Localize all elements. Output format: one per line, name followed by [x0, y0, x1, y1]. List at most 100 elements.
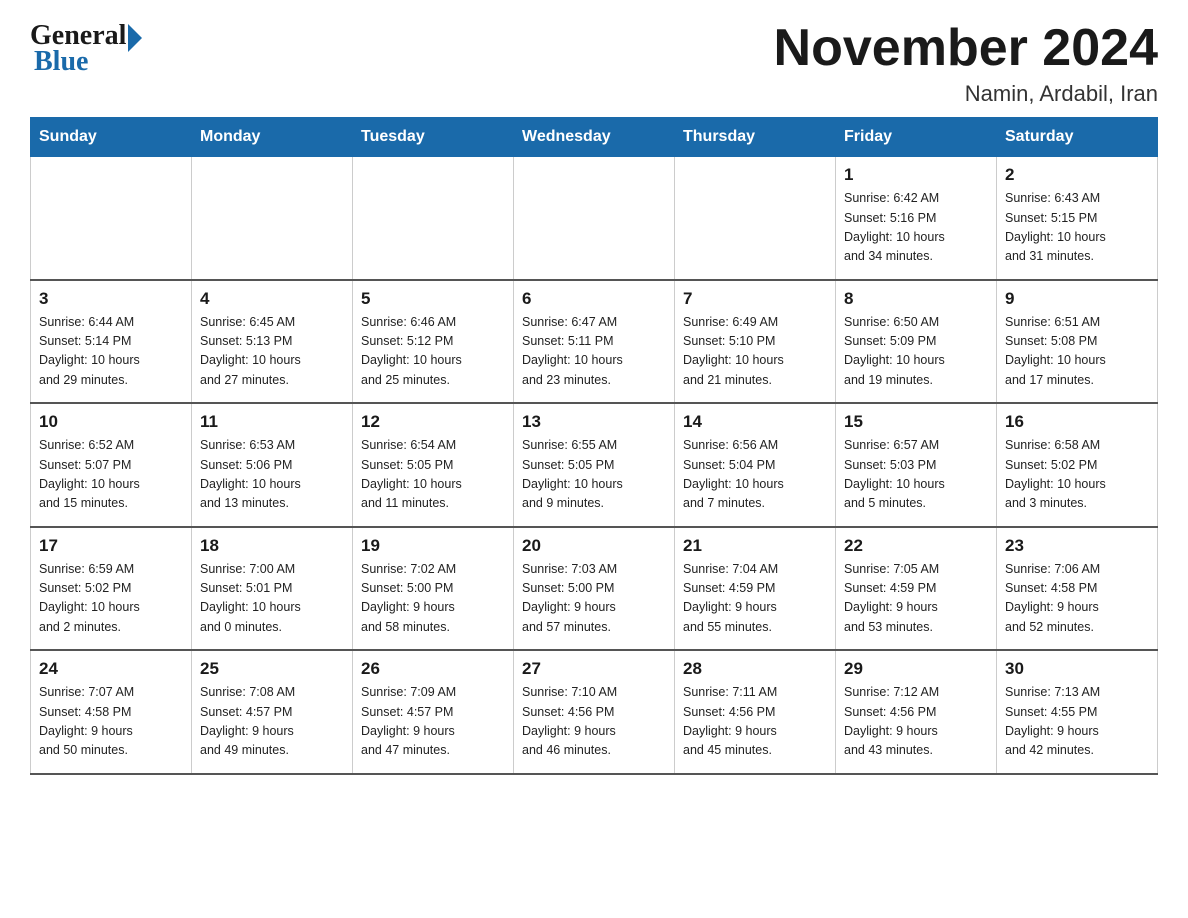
- day-info: Sunrise: 7:07 AM Sunset: 4:58 PM Dayligh…: [39, 683, 183, 761]
- day-number: 12: [361, 412, 505, 432]
- header-day-wednesday: Wednesday: [514, 118, 675, 157]
- week-row-2: 10 Sunrise: 6:52 AM Sunset: 5:07 PM Dayli…: [31, 403, 1158, 527]
- calendar-cell: 15 Sunrise: 6:57 AM Sunset: 5:03 PM Dayli…: [836, 403, 997, 527]
- header-day-thursday: Thursday: [675, 118, 836, 157]
- header-day-friday: Friday: [836, 118, 997, 157]
- calendar-cell: 1 Sunrise: 6:42 AM Sunset: 5:16 PM Daylig…: [836, 157, 997, 280]
- calendar-cell: 30 Sunrise: 7:13 AM Sunset: 4:55 PM Dayli…: [997, 650, 1158, 774]
- day-number: 28: [683, 659, 827, 679]
- day-number: 29: [844, 659, 988, 679]
- calendar-cell: 16Sunrise: 6:58 AM Sunset: 5:02 PM Dayli…: [997, 403, 1158, 527]
- calendar-cell: 28 Sunrise: 7:11 AM Sunset: 4:56 PM Dayli…: [675, 650, 836, 774]
- day-info: Sunrise: 6:57 AM Sunset: 5:03 PM Dayligh…: [844, 436, 988, 514]
- header-row: SundayMondayTuesdayWednesdayThursdayFrid…: [31, 118, 1158, 157]
- calendar-cell: 5 Sunrise: 6:46 AM Sunset: 5:12 PM Daylig…: [353, 280, 514, 404]
- day-info: Sunrise: 6:46 AM Sunset: 5:12 PM Dayligh…: [361, 313, 505, 391]
- calendar-cell: 3 Sunrise: 6:44 AM Sunset: 5:14 PM Daylig…: [31, 280, 192, 404]
- day-info: Sunrise: 6:58 AM Sunset: 5:02 PM Dayligh…: [1005, 436, 1149, 514]
- day-number: 18: [200, 536, 344, 556]
- day-info: Sunrise: 6:49 AM Sunset: 5:10 PM Dayligh…: [683, 313, 827, 391]
- day-number: 8: [844, 289, 988, 309]
- calendar-cell: [514, 157, 675, 280]
- day-number: 22: [844, 536, 988, 556]
- day-info: Sunrise: 6:42 AM Sunset: 5:16 PM Dayligh…: [844, 189, 988, 267]
- day-info: Sunrise: 7:13 AM Sunset: 4:55 PM Dayligh…: [1005, 683, 1149, 761]
- day-number: 17: [39, 536, 183, 556]
- calendar-cell: 25 Sunrise: 7:08 AM Sunset: 4:57 PM Dayli…: [192, 650, 353, 774]
- day-number: 26: [361, 659, 505, 679]
- day-number: 25: [200, 659, 344, 679]
- day-info: Sunrise: 6:55 AM Sunset: 5:05 PM Dayligh…: [522, 436, 666, 514]
- calendar-cell: [353, 157, 514, 280]
- day-info: Sunrise: 6:45 AM Sunset: 5:13 PM Dayligh…: [200, 313, 344, 391]
- header-day-sunday: Sunday: [31, 118, 192, 157]
- day-number: 2: [1005, 165, 1149, 185]
- calendar-cell: 14Sunrise: 6:56 AM Sunset: 5:04 PM Dayli…: [675, 403, 836, 527]
- calendar-cell: 17Sunrise: 6:59 AM Sunset: 5:02 PM Dayli…: [31, 527, 192, 651]
- day-number: 30: [1005, 659, 1149, 679]
- day-number: 15: [844, 412, 988, 432]
- calendar-cell: 10 Sunrise: 6:52 AM Sunset: 5:07 PM Dayli…: [31, 403, 192, 527]
- calendar-cell: 18 Sunrise: 7:00 AM Sunset: 5:01 PM Dayli…: [192, 527, 353, 651]
- day-info: Sunrise: 6:47 AM Sunset: 5:11 PM Dayligh…: [522, 313, 666, 391]
- calendar-cell: 29 Sunrise: 7:12 AM Sunset: 4:56 PM Dayli…: [836, 650, 997, 774]
- calendar-cell: 22 Sunrise: 7:05 AM Sunset: 4:59 PM Dayli…: [836, 527, 997, 651]
- day-info: Sunrise: 6:56 AM Sunset: 5:04 PM Dayligh…: [683, 436, 827, 514]
- day-number: 10: [39, 412, 183, 432]
- day-number: 1: [844, 165, 988, 185]
- day-number: 27: [522, 659, 666, 679]
- day-number: 21: [683, 536, 827, 556]
- week-row-3: 17Sunrise: 6:59 AM Sunset: 5:02 PM Dayli…: [31, 527, 1158, 651]
- day-info: Sunrise: 7:04 AM Sunset: 4:59 PM Dayligh…: [683, 560, 827, 638]
- calendar-cell: 11 Sunrise: 6:53 AM Sunset: 5:06 PM Dayli…: [192, 403, 353, 527]
- day-info: Sunrise: 7:12 AM Sunset: 4:56 PM Dayligh…: [844, 683, 988, 761]
- calendar-cell: 2 Sunrise: 6:43 AM Sunset: 5:15 PM Daylig…: [997, 157, 1158, 280]
- day-number: 5: [361, 289, 505, 309]
- day-info: Sunrise: 6:53 AM Sunset: 5:06 PM Dayligh…: [200, 436, 344, 514]
- calendar-cell: 9Sunrise: 6:51 AM Sunset: 5:08 PM Daylig…: [997, 280, 1158, 404]
- day-number: 20: [522, 536, 666, 556]
- logo-blue-text: Blue: [30, 46, 88, 78]
- day-info: Sunrise: 6:44 AM Sunset: 5:14 PM Dayligh…: [39, 313, 183, 391]
- logo: General Blue: [30, 20, 142, 78]
- day-info: Sunrise: 7:11 AM Sunset: 4:56 PM Dayligh…: [683, 683, 827, 761]
- week-row-0: 1 Sunrise: 6:42 AM Sunset: 5:16 PM Daylig…: [31, 157, 1158, 280]
- day-number: 7: [683, 289, 827, 309]
- calendar-cell: 21 Sunrise: 7:04 AM Sunset: 4:59 PM Dayli…: [675, 527, 836, 651]
- location-subtitle: Namin, Ardabil, Iran: [774, 81, 1158, 107]
- day-number: 11: [200, 412, 344, 432]
- header-day-tuesday: Tuesday: [353, 118, 514, 157]
- day-info: Sunrise: 7:05 AM Sunset: 4:59 PM Dayligh…: [844, 560, 988, 638]
- calendar-cell: 23Sunrise: 7:06 AM Sunset: 4:58 PM Dayli…: [997, 527, 1158, 651]
- day-info: Sunrise: 6:54 AM Sunset: 5:05 PM Dayligh…: [361, 436, 505, 514]
- day-info: Sunrise: 6:50 AM Sunset: 5:09 PM Dayligh…: [844, 313, 988, 391]
- calendar-header: SundayMondayTuesdayWednesdayThursdayFrid…: [31, 118, 1158, 157]
- calendar-cell: [675, 157, 836, 280]
- day-info: Sunrise: 7:06 AM Sunset: 4:58 PM Dayligh…: [1005, 560, 1149, 638]
- week-row-4: 24 Sunrise: 7:07 AM Sunset: 4:58 PM Dayli…: [31, 650, 1158, 774]
- title-block: November 2024 Namin, Ardabil, Iran: [774, 20, 1158, 107]
- day-info: Sunrise: 7:08 AM Sunset: 4:57 PM Dayligh…: [200, 683, 344, 761]
- day-info: Sunrise: 7:03 AM Sunset: 5:00 PM Dayligh…: [522, 560, 666, 638]
- calendar-body: 1 Sunrise: 6:42 AM Sunset: 5:16 PM Daylig…: [31, 157, 1158, 774]
- day-number: 4: [200, 289, 344, 309]
- header-day-saturday: Saturday: [997, 118, 1158, 157]
- day-number: 3: [39, 289, 183, 309]
- calendar-cell: 6Sunrise: 6:47 AM Sunset: 5:11 PM Daylig…: [514, 280, 675, 404]
- day-info: Sunrise: 7:00 AM Sunset: 5:01 PM Dayligh…: [200, 560, 344, 638]
- calendar-cell: 4 Sunrise: 6:45 AM Sunset: 5:13 PM Daylig…: [192, 280, 353, 404]
- day-number: 13: [522, 412, 666, 432]
- page-header: General Blue November 2024 Namin, Ardabi…: [30, 20, 1158, 107]
- calendar-cell: 27 Sunrise: 7:10 AM Sunset: 4:56 PM Dayli…: [514, 650, 675, 774]
- calendar-cell: [31, 157, 192, 280]
- day-number: 24: [39, 659, 183, 679]
- day-info: Sunrise: 7:10 AM Sunset: 4:56 PM Dayligh…: [522, 683, 666, 761]
- day-info: Sunrise: 6:52 AM Sunset: 5:07 PM Dayligh…: [39, 436, 183, 514]
- calendar-cell: 20 Sunrise: 7:03 AM Sunset: 5:00 PM Dayli…: [514, 527, 675, 651]
- day-number: 19: [361, 536, 505, 556]
- calendar-cell: [192, 157, 353, 280]
- calendar-cell: 13 Sunrise: 6:55 AM Sunset: 5:05 PM Dayli…: [514, 403, 675, 527]
- header-day-monday: Monday: [192, 118, 353, 157]
- day-info: Sunrise: 6:43 AM Sunset: 5:15 PM Dayligh…: [1005, 189, 1149, 267]
- day-info: Sunrise: 7:09 AM Sunset: 4:57 PM Dayligh…: [361, 683, 505, 761]
